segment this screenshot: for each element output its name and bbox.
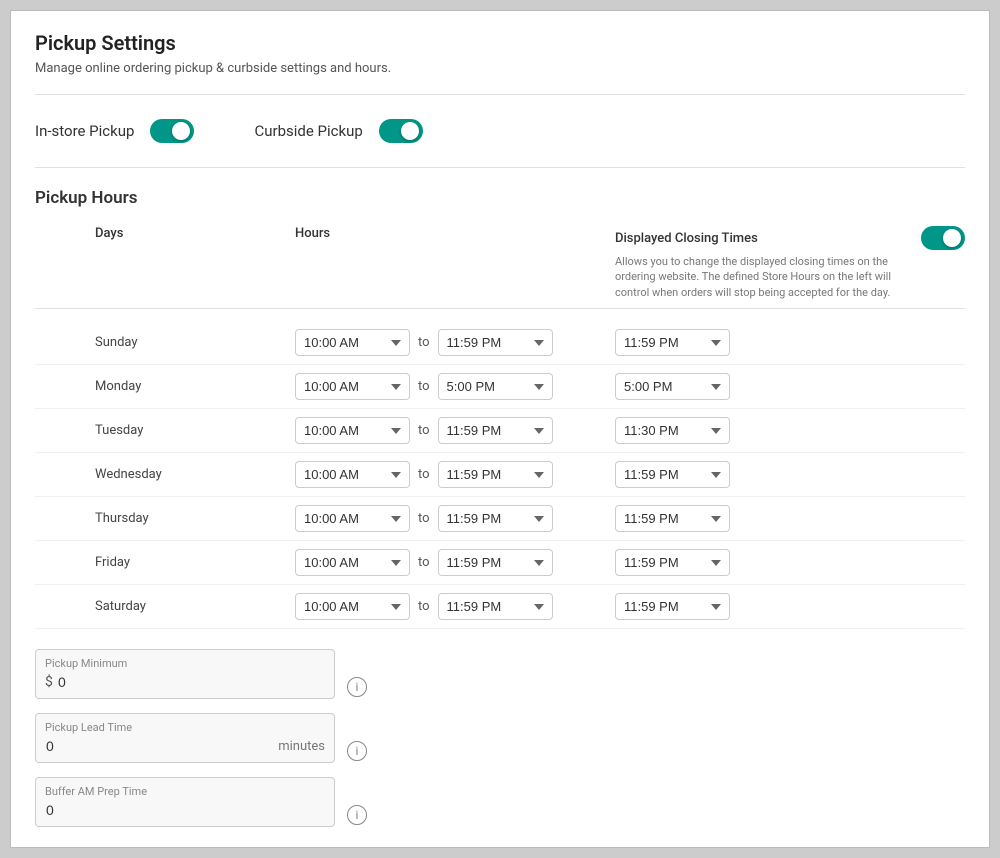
display-close-monday: 12:00 AM12:30 AM1:00 AM1:30 AM2:00 AM2:3…	[615, 373, 965, 400]
day-row: Thursday12:00 AM12:30 AM1:00 AM1:30 AM2:…	[35, 497, 965, 541]
to-text: to	[418, 379, 430, 394]
col-hours-header: Hours	[295, 226, 615, 300]
day-name-friday: Friday	[95, 555, 295, 570]
open-time-saturday[interactable]: 12:00 AM12:30 AM1:00 AM1:30 AM2:00 AM2:3…	[295, 593, 410, 620]
day-row: Friday12:00 AM12:30 AM1:00 AM1:30 AM2:00…	[35, 541, 965, 585]
section-title: Pickup Hours	[35, 188, 965, 208]
to-text: to	[418, 423, 430, 438]
pickup-lead-time-info-icon[interactable]: i	[347, 741, 367, 761]
col-days-header: Days	[95, 226, 295, 300]
closing-header-row: Displayed Closing Times	[615, 226, 965, 250]
display-close-select-monday[interactable]: 12:00 AM12:30 AM1:00 AM1:30 AM2:00 AM2:3…	[615, 373, 730, 400]
curbside-pickup-toggle-item: Curbside Pickup	[254, 119, 422, 143]
close-time-tuesday[interactable]: 12:00 AM12:30 AM1:00 AM1:30 AM2:00 AM2:3…	[438, 417, 553, 444]
display-close-thursday: 12:00 AM12:30 AM1:00 AM1:30 AM2:00 AM2:3…	[615, 505, 965, 532]
hours-inputs-friday: 12:00 AM12:30 AM1:00 AM1:30 AM2:00 AM2:3…	[295, 549, 615, 576]
pickup-minimum-row: Pickup Minimum $ i	[35, 649, 965, 699]
display-close-select-wednesday[interactable]: 12:00 AM12:30 AM1:00 AM1:30 AM2:00 AM2:3…	[615, 461, 730, 488]
open-time-tuesday[interactable]: 12:00 AM12:30 AM1:00 AM1:30 AM2:00 AM2:3…	[295, 417, 410, 444]
pickup-minimum-field: Pickup Minimum $	[35, 649, 335, 699]
hours-inputs-monday: 12:00 AM12:30 AM1:00 AM1:30 AM2:00 AM2:3…	[295, 373, 615, 400]
buffer-prep-info-icon[interactable]: i	[347, 805, 367, 825]
col-closing-title: Displayed Closing Times	[615, 231, 758, 246]
buffer-prep-label: Buffer AM Prep Time	[45, 785, 147, 798]
to-text: to	[418, 555, 430, 570]
divider-top	[35, 94, 965, 95]
hours-inputs-sunday: 12:00 AM12:30 AM1:00 AM1:30 AM2:00 AM2:3…	[295, 329, 615, 356]
display-close-friday: 12:00 AM12:30 AM1:00 AM1:30 AM2:00 AM2:3…	[615, 549, 965, 576]
day-row: Wednesday12:00 AM12:30 AM1:00 AM1:30 AM2…	[35, 453, 965, 497]
day-row: Tuesday12:00 AM12:30 AM1:00 AM1:30 AM2:0…	[35, 409, 965, 453]
display-close-select-tuesday[interactable]: 12:00 AM12:30 AM1:00 AM1:30 AM2:00 AM2:3…	[615, 417, 730, 444]
page-subtitle: Manage online ordering pickup & curbside…	[35, 61, 965, 76]
display-close-select-saturday[interactable]: 12:00 AM12:30 AM1:00 AM1:30 AM2:00 AM2:3…	[615, 593, 730, 620]
pickup-lead-time-field: Pickup Lead Time minutes	[35, 713, 335, 763]
close-time-thursday[interactable]: 12:00 AM12:30 AM1:00 AM1:30 AM2:00 AM2:3…	[438, 505, 553, 532]
close-time-friday[interactable]: 12:00 AM12:30 AM1:00 AM1:30 AM2:00 AM2:3…	[438, 549, 553, 576]
close-time-saturday[interactable]: 12:00 AM12:30 AM1:00 AM1:30 AM2:00 AM2:3…	[438, 593, 553, 620]
open-time-wednesday[interactable]: 12:00 AM12:30 AM1:00 AM1:30 AM2:00 AM2:3…	[295, 461, 410, 488]
divider-hours	[35, 167, 965, 168]
to-text: to	[418, 599, 430, 614]
day-name-saturday: Saturday	[95, 599, 295, 614]
col-closing-desc: Allows you to change the displayed closi…	[615, 254, 905, 300]
close-time-wednesday[interactable]: 12:00 AM12:30 AM1:00 AM1:30 AM2:00 AM2:3…	[438, 461, 553, 488]
close-time-sunday[interactable]: 12:00 AM12:30 AM1:00 AM1:30 AM2:00 AM2:3…	[438, 329, 553, 356]
hours-inputs-thursday: 12:00 AM12:30 AM1:00 AM1:30 AM2:00 AM2:3…	[295, 505, 615, 532]
day-name-tuesday: Tuesday	[95, 423, 295, 438]
page-wrapper: Pickup Settings Manage online ordering p…	[10, 10, 990, 848]
day-name-thursday: Thursday	[95, 511, 295, 526]
display-close-select-sunday[interactable]: 12:00 AM12:30 AM1:00 AM1:30 AM2:00 AM2:3…	[615, 329, 730, 356]
day-name-sunday: Sunday	[95, 335, 295, 350]
instore-slider	[150, 119, 194, 143]
display-close-tuesday: 12:00 AM12:30 AM1:00 AM1:30 AM2:00 AM2:3…	[615, 417, 965, 444]
pickup-minimum-prefix: $	[45, 674, 53, 690]
page-title: Pickup Settings	[35, 31, 965, 55]
day-name-wednesday: Wednesday	[95, 467, 295, 482]
instore-label: In-store Pickup	[35, 122, 134, 140]
day-row: Sunday12:00 AM12:30 AM1:00 AM1:30 AM2:00…	[35, 321, 965, 365]
open-time-friday[interactable]: 12:00 AM12:30 AM1:00 AM1:30 AM2:00 AM2:3…	[295, 549, 410, 576]
day-name-monday: Monday	[95, 379, 295, 394]
day-row: Saturday12:00 AM12:30 AM1:00 AM1:30 AM2:…	[35, 585, 965, 629]
hours-inputs-saturday: 12:00 AM12:30 AM1:00 AM1:30 AM2:00 AM2:3…	[295, 593, 615, 620]
instore-pickup-toggle-item: In-store Pickup	[35, 119, 194, 143]
to-text: to	[418, 467, 430, 482]
closing-times-toggle[interactable]	[921, 226, 965, 250]
closing-times-slider	[921, 226, 965, 250]
hours-header: Days Hours Displayed Closing Times Allow…	[35, 222, 965, 309]
curbside-slider	[379, 119, 423, 143]
pickup-lead-time-row: Pickup Lead Time minutes i	[35, 713, 965, 763]
open-time-sunday[interactable]: 12:00 AM12:30 AM1:00 AM1:30 AM2:00 AM2:3…	[295, 329, 410, 356]
display-close-sunday: 12:00 AM12:30 AM1:00 AM1:30 AM2:00 AM2:3…	[615, 329, 965, 356]
pickup-minimum-info-icon[interactable]: i	[347, 677, 367, 697]
instore-toggle[interactable]	[150, 119, 194, 143]
day-rows-container: Sunday12:00 AM12:30 AM1:00 AM1:30 AM2:00…	[35, 321, 965, 629]
buffer-prep-field: Buffer AM Prep Time	[35, 777, 335, 827]
col-closing-header: Displayed Closing Times Allows you to ch…	[615, 226, 965, 300]
display-close-wednesday: 12:00 AM12:30 AM1:00 AM1:30 AM2:00 AM2:3…	[615, 461, 965, 488]
toggle-row: In-store Pickup Curbside Pickup	[35, 107, 965, 155]
pickup-minimum-label: Pickup Minimum	[45, 657, 127, 670]
to-text: to	[418, 511, 430, 526]
hours-inputs-wednesday: 12:00 AM12:30 AM1:00 AM1:30 AM2:00 AM2:3…	[295, 461, 615, 488]
display-close-select-friday[interactable]: 12:00 AM12:30 AM1:00 AM1:30 AM2:00 AM2:3…	[615, 549, 730, 576]
hours-inputs-tuesday: 12:00 AM12:30 AM1:00 AM1:30 AM2:00 AM2:3…	[295, 417, 615, 444]
pickup-lead-time-suffix: minutes	[278, 739, 325, 754]
form-section: Pickup Minimum $ i Pickup Lead Time minu…	[35, 649, 965, 827]
day-row: Monday12:00 AM12:30 AM1:00 AM1:30 AM2:00…	[35, 365, 965, 409]
curbside-label: Curbside Pickup	[254, 122, 362, 140]
buffer-prep-row: Buffer AM Prep Time i	[35, 777, 965, 827]
pickup-lead-time-label: Pickup Lead Time	[45, 721, 132, 734]
to-text: to	[418, 335, 430, 350]
curbside-toggle[interactable]	[379, 119, 423, 143]
display-close-saturday: 12:00 AM12:30 AM1:00 AM1:30 AM2:00 AM2:3…	[615, 593, 965, 620]
close-time-monday[interactable]: 12:00 AM12:30 AM1:00 AM1:30 AM2:00 AM2:3…	[438, 373, 553, 400]
display-close-select-thursday[interactable]: 12:00 AM12:30 AM1:00 AM1:30 AM2:00 AM2:3…	[615, 505, 730, 532]
open-time-thursday[interactable]: 12:00 AM12:30 AM1:00 AM1:30 AM2:00 AM2:3…	[295, 505, 410, 532]
open-time-monday[interactable]: 12:00 AM12:30 AM1:00 AM1:30 AM2:00 AM2:3…	[295, 373, 410, 400]
